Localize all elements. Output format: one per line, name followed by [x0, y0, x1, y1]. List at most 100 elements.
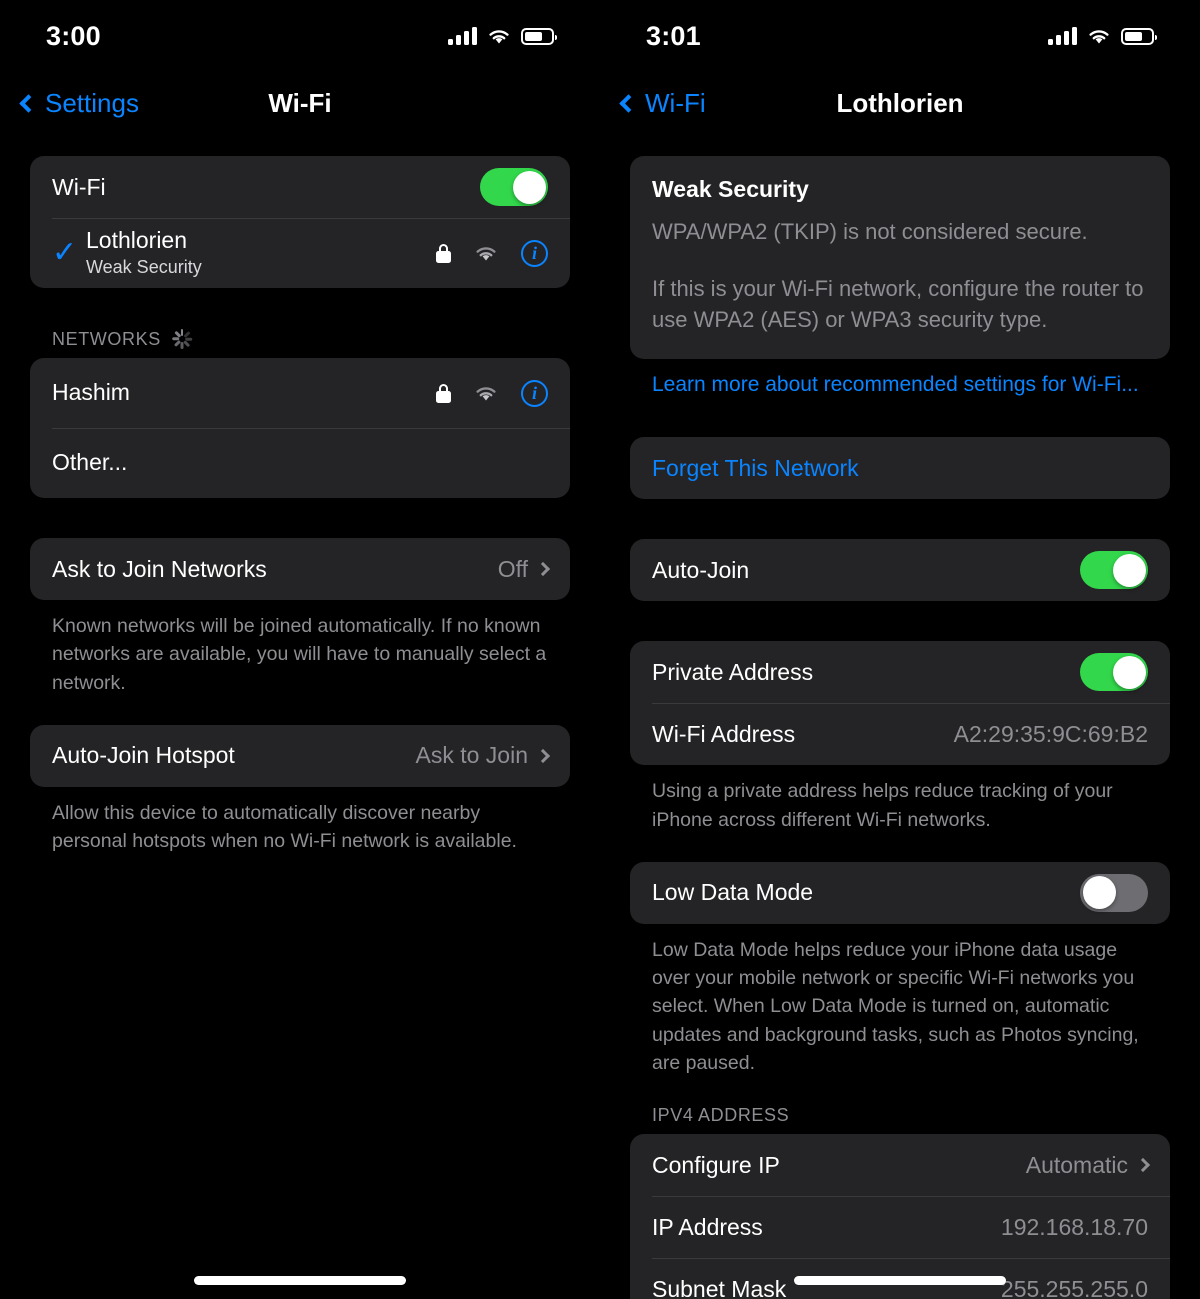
network-name-block: Hashim: [52, 379, 436, 407]
wifi-toggle-row[interactable]: Wi-Fi: [30, 156, 570, 218]
private-address-row[interactable]: Private Address: [630, 641, 1170, 703]
ask-to-join-card: Ask to Join Networks Off: [30, 538, 570, 600]
wifi-address-row: Wi-Fi Address A2:29:35:9C:69:B2: [630, 703, 1170, 765]
dual-screenshot-container: 3:00 Settings Wi-Fi Wi-Fi ✓ Lothlorien W…: [0, 0, 1200, 1299]
status-indicators: [1048, 27, 1157, 46]
network-name-block: Other...: [52, 449, 548, 477]
auto-join-card: Auto-Join: [630, 539, 1170, 602]
toggle-knob: [1112, 553, 1146, 587]
cellular-bars-icon: [1048, 27, 1077, 45]
learn-more-link[interactable]: Learn more about recommended settings fo…: [630, 359, 1170, 397]
auto-join-hotspot-footnote: Allow this device to automatically disco…: [52, 801, 517, 853]
forget-network-row[interactable]: Forget This Network: [630, 437, 1170, 499]
weak-security-title: Weak Security: [652, 176, 809, 202]
auto-join-label: Auto-Join: [652, 556, 750, 583]
available-networks-card: Hashim i Other...: [30, 358, 570, 498]
wifi-address-value: A2:29:35:9C:69:B2: [953, 720, 1148, 747]
ip-address-label: IP Address: [652, 1213, 763, 1240]
back-button-label: Wi-Fi: [645, 87, 706, 118]
network-subtitle: Weak Security: [86, 256, 202, 277]
wifi-signal-icon: [476, 386, 496, 400]
auto-join-hotspot-card: Auto-Join Hotspot Ask to Join: [30, 724, 570, 787]
subnet-mask-value: 255.255.255.0: [1000, 1275, 1148, 1299]
network-icons: i: [436, 379, 548, 407]
status-time: 3:01: [646, 20, 701, 51]
low-data-mode-footnote: Low Data Mode helps reduce your iPhone d…: [652, 938, 1139, 1074]
networks-header-label: NETWORKS: [52, 328, 161, 349]
low-data-mode-row[interactable]: Low Data Mode: [630, 862, 1170, 924]
ask-to-join-row[interactable]: Ask to Join Networks Off: [30, 538, 570, 600]
auto-join-hotspot-row[interactable]: Auto-Join Hotspot Ask to Join: [30, 725, 570, 787]
network-detail-screen: 3:01 Wi-Fi Lothlorien Weak Security WPA/…: [600, 0, 1200, 1299]
auto-join-hotspot-label: Auto-Join Hotspot: [52, 742, 235, 769]
low-data-mode-card: Low Data Mode: [630, 861, 1170, 924]
chevron-left-icon: [19, 93, 38, 113]
battery-icon: [521, 27, 557, 45]
wifi-card: Wi-Fi ✓ Lothlorien Weak Security i: [30, 156, 570, 288]
ask-to-join-value: Off: [497, 555, 528, 582]
status-bar: 3:01: [600, 0, 1200, 72]
forget-network-label: Forget This Network: [652, 454, 859, 481]
chevron-right-icon: [535, 561, 551, 577]
networks-section-header: NETWORKS: [30, 328, 570, 358]
lock-icon: [436, 383, 451, 403]
network-name: Lothlorien: [86, 227, 188, 253]
private-address-label: Private Address: [652, 658, 814, 685]
chevron-right-icon: [1135, 1158, 1151, 1173]
network-name-block: Lothlorien Weak Security: [86, 227, 436, 279]
connected-network-row[interactable]: ✓ Lothlorien Weak Security i: [30, 218, 570, 288]
forget-network-card: Forget This Network: [630, 437, 1170, 500]
wifi-icon: [489, 29, 509, 43]
configure-ip-value: Automatic: [1025, 1151, 1128, 1178]
status-indicators: [448, 27, 557, 46]
ask-to-join-label: Ask to Join Networks: [52, 555, 267, 582]
private-address-toggle[interactable]: [1080, 653, 1148, 692]
chevron-left-icon: [619, 93, 638, 113]
status-bar: 3:00: [0, 0, 600, 72]
toggle-knob: [1112, 655, 1146, 689]
network-row-other[interactable]: Other...: [30, 428, 570, 498]
status-time: 3:00: [46, 20, 101, 51]
info-circle-icon[interactable]: i: [521, 239, 548, 267]
toggle-knob: [512, 170, 546, 204]
toggle-knob: [1082, 876, 1116, 910]
back-button-wifi[interactable]: Wi-Fi: [619, 87, 706, 119]
network-name: Other...: [52, 449, 128, 476]
network-icons: i: [436, 239, 548, 267]
auto-join-hotspot-value: Ask to Join: [415, 742, 529, 769]
ip-address-value: 192.168.18.70: [1000, 1213, 1148, 1240]
checkmark-icon: ✓: [52, 236, 78, 269]
wifi-toggle-label: Wi-Fi: [52, 173, 106, 200]
auto-join-toggle[interactable]: [1080, 551, 1148, 590]
activity-spinner-icon: [171, 328, 193, 350]
configure-ip-label: Configure IP: [652, 1151, 780, 1178]
ip-address-row: IP Address 192.168.18.70: [630, 1196, 1170, 1258]
private-address-footnote: Using a private address helps reduce tra…: [652, 780, 1113, 831]
configure-ip-row[interactable]: Configure IP Automatic: [630, 1134, 1170, 1196]
wifi-content: Wi-Fi ✓ Lothlorien Weak Security i NETWO…: [0, 134, 600, 855]
weak-security-paragraph-2: If this is your Wi-Fi network, configure…: [652, 275, 1144, 332]
nav-bar: Settings Wi-Fi: [0, 72, 600, 134]
low-data-mode-toggle[interactable]: [1080, 873, 1148, 912]
back-button-settings[interactable]: Settings: [19, 87, 139, 119]
wifi-toggle[interactable]: [480, 168, 548, 206]
low-data-mode-label: Low Data Mode: [652, 879, 814, 906]
info-circle-icon[interactable]: i: [521, 379, 548, 407]
wifi-signal-icon: [476, 246, 496, 260]
nav-bar: Wi-Fi Lothlorien: [600, 72, 1200, 134]
ask-to-join-footnote: Known networks will be joined automatica…: [52, 615, 547, 694]
ipv4-header-label: IPV4 ADDRESS: [652, 1105, 790, 1126]
weak-security-card: Weak Security WPA/WPA2 (TKIP) is not con…: [630, 156, 1170, 360]
network-row-hashim[interactable]: Hashim i: [30, 358, 570, 428]
ipv4-section-header: IPV4 ADDRESS: [630, 1105, 1170, 1134]
network-name: Hashim: [52, 379, 130, 406]
auto-join-row[interactable]: Auto-Join: [630, 539, 1170, 601]
lock-icon: [436, 243, 451, 263]
wifi-address-label: Wi-Fi Address: [652, 720, 796, 747]
cellular-bars-icon: [448, 27, 477, 45]
weak-security-paragraph-1: WPA/WPA2 (TKIP) is not considered secure…: [652, 219, 1088, 244]
home-indicator: [194, 1276, 406, 1285]
wifi-settings-screen: 3:00 Settings Wi-Fi Wi-Fi ✓ Lothlorien W…: [0, 0, 600, 1299]
back-button-label: Settings: [45, 87, 139, 118]
wifi-icon: [1089, 29, 1109, 43]
